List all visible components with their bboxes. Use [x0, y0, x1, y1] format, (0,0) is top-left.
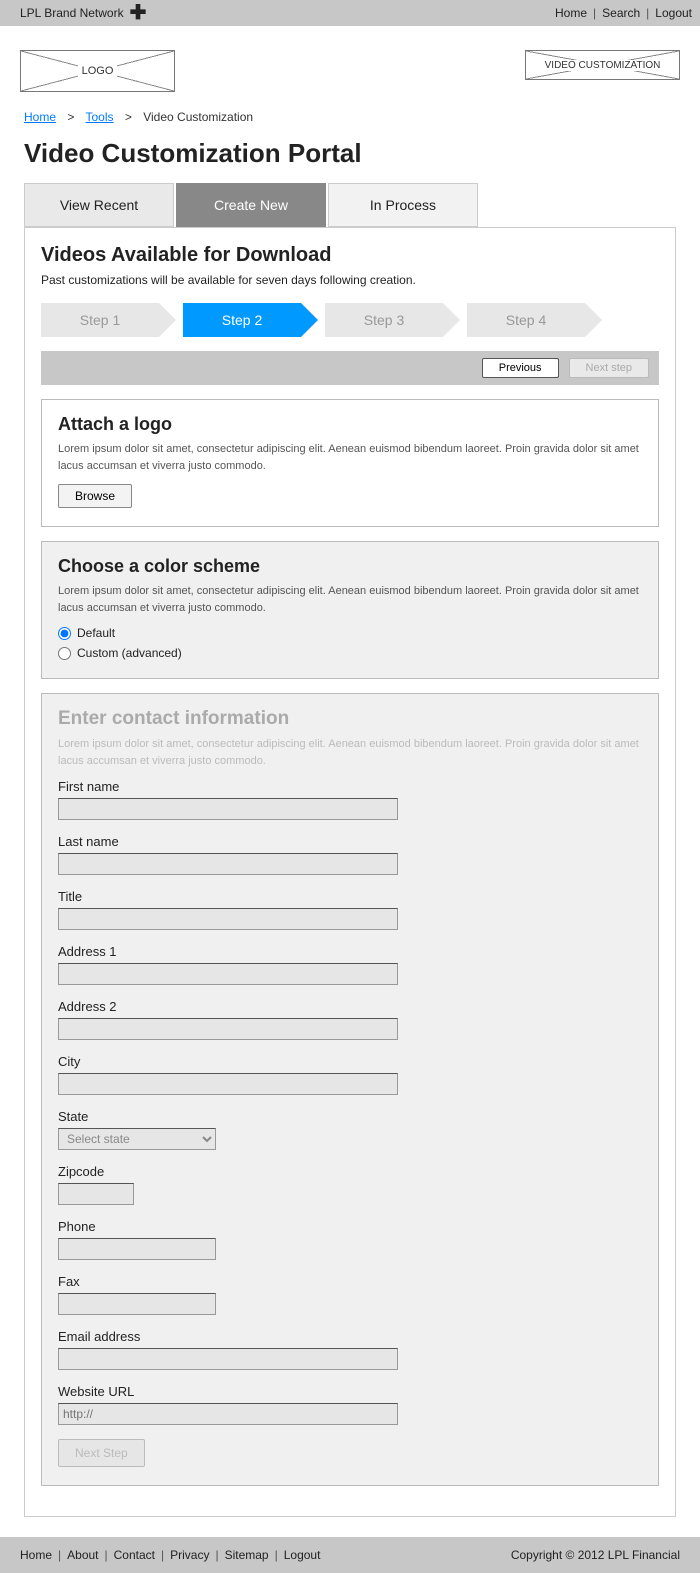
topbar-link-search[interactable]: Search — [602, 6, 640, 20]
label-address1: Address 1 — [58, 944, 642, 959]
breadcrumb-home[interactable]: Home — [24, 110, 56, 124]
footer-link-contact[interactable]: Contact — [114, 1548, 155, 1562]
footer-link-sitemap[interactable]: Sitemap — [225, 1548, 269, 1562]
label-phone: Phone — [58, 1219, 642, 1234]
step-1[interactable]: Step 1 — [41, 303, 159, 337]
input-phone[interactable] — [58, 1238, 216, 1260]
footer-link-about[interactable]: About — [67, 1548, 98, 1562]
step-2[interactable]: Step 2 — [183, 303, 301, 337]
footer-links: Home| About| Contact| Privacy| Sitemap| … — [20, 1548, 320, 1562]
radio-default-label: Default — [77, 626, 115, 640]
main-panel: Videos Available for Download Past custo… — [24, 227, 676, 1517]
header-row: LOGO VIDEO CUSTOMIZATION — [0, 26, 700, 110]
label-website: Website URL — [58, 1384, 642, 1399]
input-fax[interactable] — [58, 1293, 216, 1315]
label-state: State — [58, 1109, 642, 1124]
input-address1[interactable] — [58, 963, 398, 985]
contact-card: Enter contact information Lorem ipsum do… — [41, 693, 659, 1486]
topbar-link-home[interactable]: Home — [555, 6, 587, 20]
radio-custom-row[interactable]: Custom (advanced) — [58, 646, 642, 660]
footer-copyright: Copyright © 2012 LPL Financial — [511, 1548, 680, 1562]
select-state[interactable]: Select state — [58, 1128, 216, 1150]
step-navbar: Previous Next step — [41, 351, 659, 385]
radio-custom[interactable] — [58, 647, 71, 660]
label-fax: Fax — [58, 1274, 642, 1289]
color-scheme-desc: Lorem ipsum dolor sit amet, consectetur … — [58, 583, 642, 616]
label-address2: Address 2 — [58, 999, 642, 1014]
logo-placeholder: LOGO — [20, 50, 175, 92]
input-last-name[interactable] — [58, 853, 398, 875]
plus-icon[interactable]: ✚ — [130, 3, 147, 23]
footer: Home| About| Contact| Privacy| Sitemap| … — [0, 1537, 700, 1573]
step-3[interactable]: Step 3 — [325, 303, 443, 337]
attach-logo-title: Attach a logo — [58, 414, 642, 435]
breadcrumb-current: Video Customization — [143, 110, 253, 124]
footer-link-logout[interactable]: Logout — [284, 1548, 321, 1562]
color-scheme-card: Choose a color scheme Lorem ipsum dolor … — [41, 541, 659, 679]
color-scheme-title: Choose a color scheme — [58, 556, 642, 577]
attach-logo-card: Attach a logo Lorem ipsum dolor sit amet… — [41, 399, 659, 527]
label-city: City — [58, 1054, 642, 1069]
footer-link-privacy[interactable]: Privacy — [170, 1548, 209, 1562]
contact-title: Enter contact information — [58, 708, 642, 730]
label-first-name: First name — [58, 779, 642, 794]
video-customization-logo: VIDEO CUSTOMIZATION — [525, 50, 680, 80]
attach-logo-desc: Lorem ipsum dolor sit amet, consectetur … — [58, 441, 642, 474]
label-last-name: Last name — [58, 834, 642, 849]
radio-default[interactable] — [58, 627, 71, 640]
tab-view-recent[interactable]: View Recent — [24, 183, 174, 227]
label-email: Email address — [58, 1329, 642, 1344]
topbar-links: Home | Search | Logout — [555, 6, 692, 20]
page-title: Video Customization Portal — [0, 130, 700, 183]
breadcrumb: Home > Tools > Video Customization — [0, 110, 700, 130]
radio-default-row[interactable]: Default — [58, 626, 642, 640]
input-city[interactable] — [58, 1073, 398, 1095]
input-title[interactable] — [58, 908, 398, 930]
radio-custom-label: Custom (advanced) — [77, 646, 182, 660]
topbar-link-logout[interactable]: Logout — [655, 6, 692, 20]
input-first-name[interactable] — [58, 798, 398, 820]
footer-link-home[interactable]: Home — [20, 1548, 52, 1562]
browse-button[interactable]: Browse — [58, 484, 132, 508]
brand-label: LPL Brand Network — [20, 6, 124, 20]
downloads-title: Videos Available for Download — [41, 244, 659, 267]
downloads-note: Past customizations will be available fo… — [41, 273, 659, 287]
label-title: Title — [58, 889, 642, 904]
label-zipcode: Zipcode — [58, 1164, 642, 1179]
input-website[interactable] — [58, 1403, 398, 1425]
next-step-button-top: Next step — [569, 358, 649, 378]
breadcrumb-tools[interactable]: Tools — [86, 110, 114, 124]
tabs: View Recent Create New In Process — [0, 183, 700, 227]
brand: LPL Brand Network ✚ — [20, 3, 146, 23]
next-step-button-bottom: Next Step — [58, 1439, 145, 1467]
top-bar: LPL Brand Network ✚ Home | Search | Logo… — [0, 0, 700, 26]
input-address2[interactable] — [58, 1018, 398, 1040]
input-zipcode[interactable] — [58, 1183, 134, 1205]
previous-button[interactable]: Previous — [482, 358, 559, 378]
contact-desc: Lorem ipsum dolor sit amet, consectetur … — [58, 736, 642, 769]
tab-create-new[interactable]: Create New — [176, 183, 326, 227]
tab-in-process[interactable]: In Process — [328, 183, 478, 227]
step-indicator: Step 1 Step 2 Step 3 Step 4 — [25, 303, 675, 351]
step-4[interactable]: Step 4 — [467, 303, 585, 337]
input-email[interactable] — [58, 1348, 398, 1370]
